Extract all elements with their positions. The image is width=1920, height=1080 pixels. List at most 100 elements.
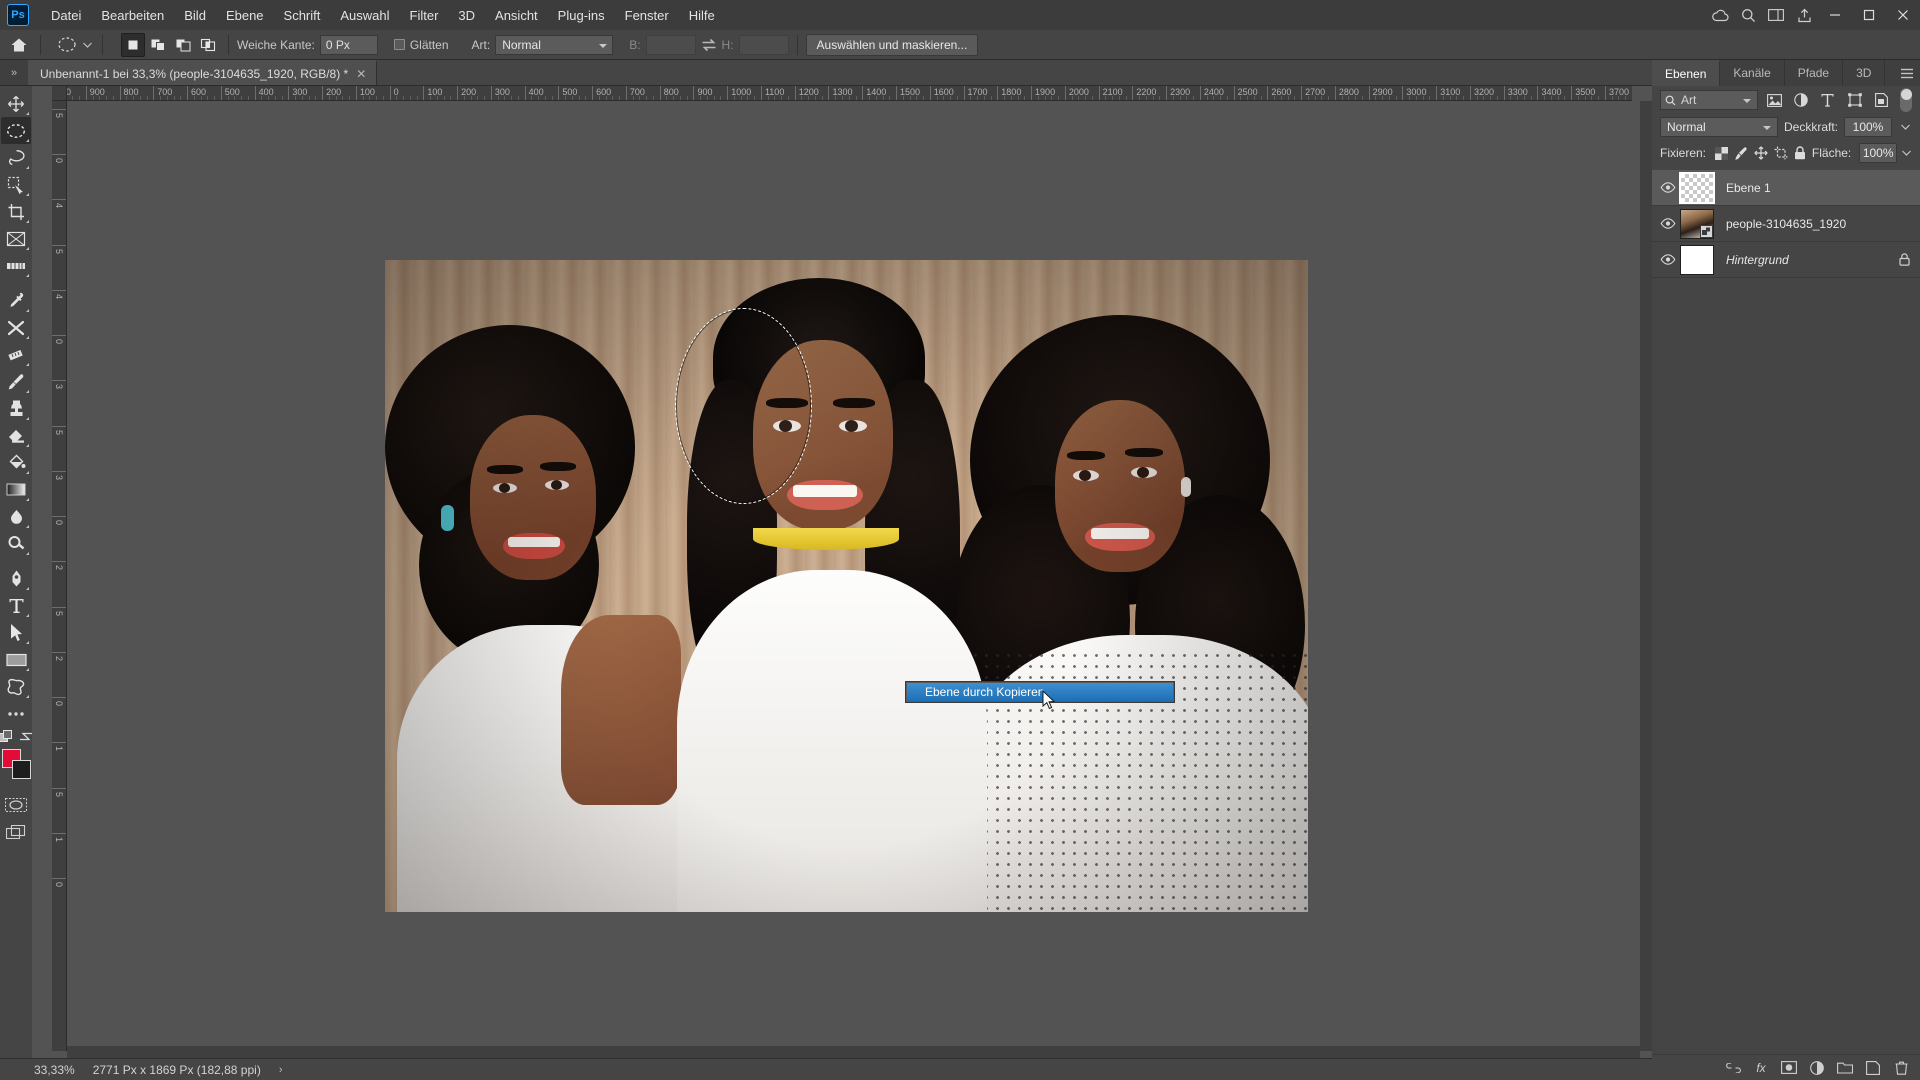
elliptical-marquee-tool[interactable] xyxy=(1,117,31,144)
more-tools-icon[interactable] xyxy=(1,700,31,727)
new-layer-icon[interactable] xyxy=(1864,1059,1882,1077)
layer-mask-icon[interactable] xyxy=(1780,1059,1798,1077)
menu-filter[interactable]: Filter xyxy=(400,4,449,27)
new-group-icon[interactable] xyxy=(1836,1059,1854,1077)
chevron-right-icon[interactable]: › xyxy=(279,1064,283,1076)
adjustment-layer-icon[interactable] xyxy=(1808,1059,1826,1077)
layer-thumbnail-photo[interactable] xyxy=(1680,208,1714,239)
layer-name[interactable]: people-3104635_1920 xyxy=(1726,217,1846,231)
opacity-chevron-down-icon[interactable] xyxy=(1898,117,1912,137)
vertical-scrollbar[interactable] xyxy=(1640,101,1652,1051)
fill-input[interactable]: 100% xyxy=(1859,143,1898,163)
elliptical-selection-marquee[interactable] xyxy=(675,308,812,504)
eye-icon[interactable] xyxy=(1656,170,1680,206)
type-tool[interactable] xyxy=(1,592,31,619)
antialias-checkbox[interactable]: Glätten xyxy=(393,38,454,52)
eye-icon[interactable] xyxy=(1656,206,1680,242)
patch-tool[interactable] xyxy=(1,341,31,368)
menu-ansicht[interactable]: Ansicht xyxy=(485,4,548,27)
add-to-selection-button[interactable] xyxy=(146,33,170,57)
tab-kanaele[interactable]: Kanäle xyxy=(1720,60,1785,86)
link-layers-icon[interactable] xyxy=(1724,1059,1742,1077)
color-swatches[interactable] xyxy=(1,749,31,781)
intersect-with-selection-button[interactable] xyxy=(196,33,220,57)
tab-ebenen[interactable]: Ebenen xyxy=(1652,60,1721,86)
fill-chevron-down-icon[interactable] xyxy=(1901,143,1912,163)
menu-ebene[interactable]: Ebene xyxy=(216,4,274,27)
close-icon[interactable]: ✕ xyxy=(356,67,366,81)
menu-auswahl[interactable]: Auswahl xyxy=(330,4,399,27)
menu-hilfe[interactable]: Hilfe xyxy=(679,4,725,27)
lasso-tool[interactable] xyxy=(1,144,31,171)
tab-pfade[interactable]: Pfade xyxy=(1785,60,1844,86)
quick-selection-tool[interactable] xyxy=(1,171,31,198)
lock-position-icon[interactable] xyxy=(1753,143,1769,163)
menu-bearbeiten[interactable]: Bearbeiten xyxy=(91,4,174,27)
layer-filter-kind-select[interactable]: Art xyxy=(1660,90,1758,110)
crop-tool[interactable] xyxy=(1,198,31,225)
tool-preset-picker[interactable] xyxy=(53,33,94,57)
frame-tool[interactable] xyxy=(1,225,31,252)
subtract-from-selection-button[interactable] xyxy=(171,33,195,57)
edit-toolbar-icon[interactable] xyxy=(0,730,13,743)
table-row[interactable]: people-3104635_1920 xyxy=(1652,206,1920,242)
blur-tool[interactable] xyxy=(1,503,31,530)
vertical-ruler[interactable]: 5 0 4 5 4 0 3 5 3 0 2 5 2 0 1 5 1 0 xyxy=(52,101,67,1051)
menu-fenster[interactable]: Fenster xyxy=(615,4,679,27)
quick-mask-icon[interactable] xyxy=(1,791,31,818)
menu-datei[interactable]: Datei xyxy=(41,4,91,27)
custom-shape-tool[interactable] xyxy=(1,673,31,700)
panel-menu-icon[interactable] xyxy=(1894,60,1920,86)
ruler-corner[interactable] xyxy=(52,86,67,101)
table-row[interactable]: Ebene 1 xyxy=(1652,170,1920,206)
layer-style-icon[interactable]: fx xyxy=(1752,1059,1770,1077)
brush-tool[interactable] xyxy=(1,368,31,395)
layer-name[interactable]: Ebene 1 xyxy=(1726,181,1771,195)
screen-mode-icon[interactable] xyxy=(1,818,31,845)
menu-bild[interactable]: Bild xyxy=(174,4,216,27)
slice-tool[interactable] xyxy=(1,252,31,279)
canvas-area[interactable]: Ebene durch Kopieren xyxy=(67,101,1632,1051)
style-select[interactable]: Normal xyxy=(495,34,614,55)
eraser-tool[interactable] xyxy=(1,422,31,449)
blend-mode-select[interactable]: Normal xyxy=(1660,117,1778,137)
horizontal-ruler[interactable]: 0009008007006005004003002001000100200300… xyxy=(52,86,1632,101)
gradient-tool[interactable] xyxy=(1,476,31,503)
swap-colors-icon[interactable] xyxy=(19,730,33,743)
pixel-layers-filter-icon[interactable] xyxy=(1764,89,1785,111)
zoom-level[interactable]: 33,33% xyxy=(34,1063,75,1077)
search-icon[interactable] xyxy=(1734,0,1762,30)
swap-width-height-icon[interactable] xyxy=(696,38,722,52)
adjustment-layers-filter-icon[interactable] xyxy=(1791,89,1812,111)
context-menu-item-ebene-durch-kopieren[interactable]: Ebene durch Kopieren xyxy=(907,683,1173,701)
rectangle-tool[interactable] xyxy=(1,646,31,673)
select-and-mask-button[interactable]: Auswählen und maskieren... xyxy=(805,33,979,56)
document-tab[interactable]: Unbenannt-1 bei 33,3% (people-3104635_19… xyxy=(28,60,378,85)
layer-thumbnail-transparent[interactable] xyxy=(1679,171,1715,204)
eyedropper-tool[interactable] xyxy=(1,287,31,314)
feather-input[interactable]: 0 Px xyxy=(319,34,378,55)
shape-layers-filter-icon[interactable] xyxy=(1844,89,1865,111)
window-minimize-button[interactable] xyxy=(1818,0,1852,30)
menu-3d[interactable]: 3D xyxy=(448,4,485,27)
window-maximize-button[interactable] xyxy=(1852,0,1886,30)
new-selection-button[interactable] xyxy=(121,32,145,57)
background-color-swatch[interactable] xyxy=(12,760,31,779)
layer-name[interactable]: Hintergrund xyxy=(1726,253,1789,267)
dodge-tool[interactable] xyxy=(1,530,31,557)
opacity-input[interactable]: 100% xyxy=(1844,117,1892,137)
smart-object-filter-icon[interactable] xyxy=(1871,89,1892,111)
lock-transparent-pixels-icon[interactable] xyxy=(1714,143,1730,163)
window-close-button[interactable] xyxy=(1886,0,1920,30)
healing-brush-tool[interactable] xyxy=(1,314,31,341)
table-row[interactable]: Hintergrund xyxy=(1652,242,1920,278)
move-tool[interactable] xyxy=(1,90,31,117)
paint-bucket-tool[interactable] xyxy=(1,449,31,476)
share-icon[interactable] xyxy=(1790,0,1818,30)
workspace-icon[interactable] xyxy=(1762,0,1790,30)
horizontal-scrollbar[interactable] xyxy=(67,1046,1640,1058)
layer-thumbnail-white[interactable] xyxy=(1680,244,1714,275)
lock-artboard-nesting-icon[interactable] xyxy=(1773,143,1789,163)
lock-all-icon[interactable] xyxy=(1792,143,1808,163)
menu-schrift[interactable]: Schrift xyxy=(274,4,331,27)
